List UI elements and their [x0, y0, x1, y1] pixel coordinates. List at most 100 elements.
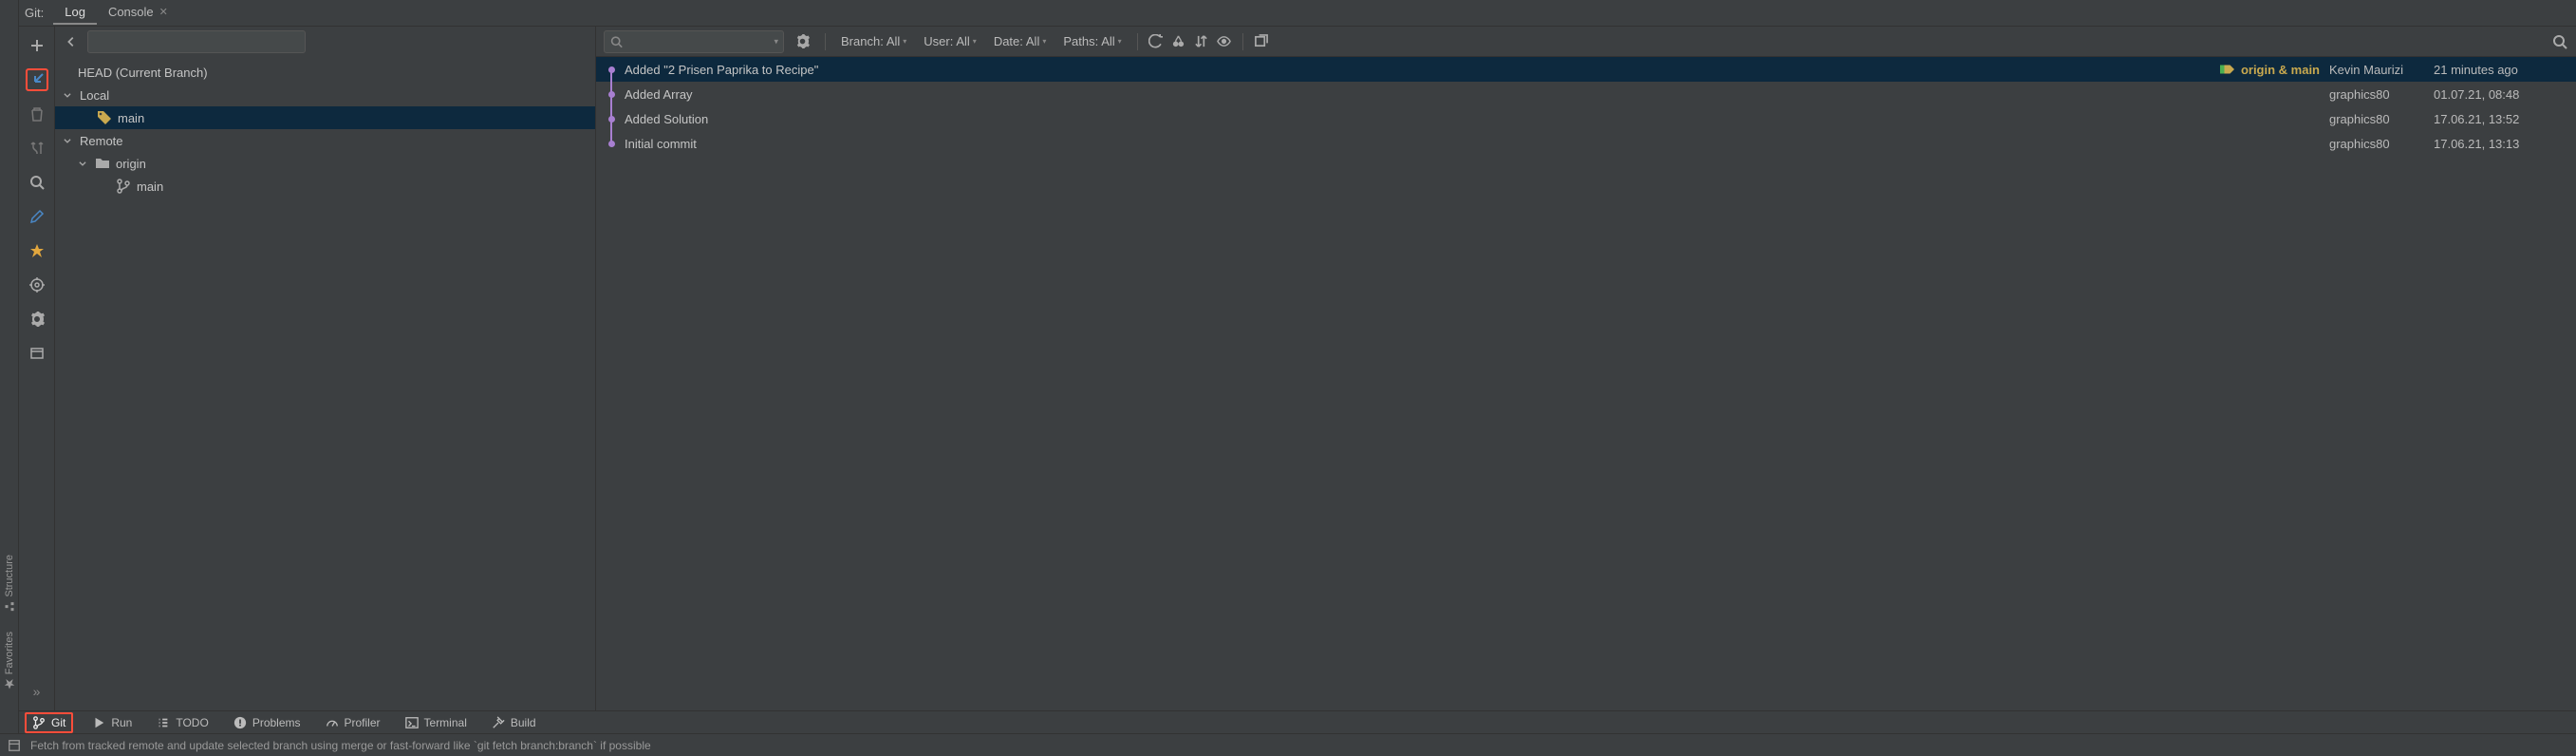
chevron-down-icon: ▾ — [1042, 37, 1046, 46]
tree-row-label: Remote — [80, 134, 123, 148]
structure-tool[interactable]: Structure — [4, 555, 15, 613]
tool-build[interactable]: Build — [486, 714, 542, 731]
status-bar: Fetch from tracked remote and update sel… — [0, 733, 2576, 756]
chevron-down-icon[interactable]: ▾ — [774, 36, 778, 47]
chevron-down-icon: ▾ — [903, 37, 906, 46]
commit-date: 17.06.21, 13:13 — [2434, 137, 2576, 151]
list-icon — [157, 716, 170, 729]
commit-message: Added "2 Prisen Paprika to Recipe" — [619, 63, 2220, 77]
user-filter[interactable]: User: All ▾ — [918, 30, 982, 53]
tool-todo[interactable]: TODO — [151, 714, 214, 731]
back-button[interactable] — [61, 31, 82, 52]
notifications-icon[interactable] — [8, 739, 21, 752]
branch-filter-label: Branch: — [841, 34, 884, 48]
cherry-pick-button[interactable] — [1170, 33, 1187, 50]
search-icon[interactable] — [26, 171, 48, 194]
tree-row-label: Local — [80, 88, 109, 103]
terminal-icon — [405, 716, 419, 729]
tool-profiler[interactable]: Profiler — [320, 714, 386, 731]
restore-icon[interactable] — [26, 342, 48, 365]
commit-date: 01.07.21, 08:48 — [2434, 87, 2576, 102]
tree-row[interactable]: main — [55, 106, 595, 129]
commit-row[interactable]: Added Arraygraphics8001.07.21, 08:48 — [596, 82, 2576, 106]
commit-author: graphics80 — [2329, 137, 2434, 151]
branches-search-bar — [55, 27, 595, 57]
tree-row[interactable]: Local — [55, 84, 595, 106]
graph-node — [604, 131, 619, 156]
warn-icon — [233, 716, 247, 729]
tool-label: Run — [111, 716, 132, 729]
commit-row[interactable]: Added "2 Prisen Paprika to Recipe"origin… — [596, 57, 2576, 82]
merge-icon[interactable] — [26, 137, 48, 160]
add-icon[interactable] — [26, 34, 48, 57]
tool-label: Build — [511, 716, 536, 729]
tool-problems[interactable]: Problems — [228, 714, 307, 731]
tree-row[interactable]: origin — [55, 152, 595, 175]
branch-icon — [32, 716, 46, 729]
branches-panel: HEAD (Current Branch) Local main Remote orig… — [55, 27, 596, 710]
paths-filter-value: All — [1101, 34, 1114, 48]
tree-row-label: main — [137, 180, 163, 194]
gauge-icon — [326, 716, 339, 729]
close-icon[interactable]: ✕ — [159, 6, 168, 18]
tree-row[interactable]: HEAD (Current Branch) — [55, 61, 595, 84]
user-filter-label: User: — [924, 34, 953, 48]
tree-row-label: HEAD (Current Branch) — [78, 66, 208, 80]
filter-settings-button[interactable] — [790, 30, 815, 53]
branches-search-input[interactable] — [87, 30, 306, 53]
star-icon[interactable] — [26, 239, 48, 262]
status-text: Fetch from tracked remote and update sel… — [30, 739, 651, 752]
tool-terminal[interactable]: Terminal — [400, 714, 473, 731]
commits-panel: ▾ Branch: All ▾ User: All ▾ Date: All ▾ — [596, 27, 2576, 710]
tool-label: TODO — [176, 716, 208, 729]
branches-tree: HEAD (Current Branch) Local main Remote orig… — [55, 57, 595, 710]
more-button[interactable]: » — [26, 680, 48, 703]
tag-icon — [2220, 64, 2237, 75]
commit-row[interactable]: Added Solutiongraphics8017.06.21, 13:52 — [596, 106, 2576, 131]
chevron-down-icon[interactable] — [78, 159, 91, 168]
date-filter[interactable]: Date: All ▾ — [988, 30, 1053, 53]
tab-label: Console — [108, 5, 154, 19]
eye-button[interactable] — [1216, 33, 1233, 50]
commit-author: Kevin Maurizi — [2329, 63, 2434, 77]
delete-icon[interactable] — [26, 103, 48, 125]
tag-icon — [97, 110, 112, 125]
target-icon[interactable] — [26, 274, 48, 296]
edit-icon[interactable] — [26, 205, 48, 228]
commit-row[interactable]: Initial commitgraphics8017.06.21, 13:13 — [596, 131, 2576, 156]
tool-label: Profiler — [345, 716, 381, 729]
git-actions-column: » — [19, 27, 55, 710]
left-rail: Structure Favorites — [0, 0, 19, 756]
structure-label: Structure — [4, 555, 15, 597]
find-button[interactable] — [2551, 33, 2568, 50]
branch-filter[interactable]: Branch: All ▾ — [835, 30, 912, 53]
favorites-label: Favorites — [4, 632, 15, 674]
settings-icon[interactable] — [26, 308, 48, 331]
graph-node — [604, 57, 619, 82]
chevron-down-icon[interactable] — [63, 136, 76, 145]
chevron-down-icon[interactable] — [63, 90, 76, 100]
commits-search: ▾ — [604, 30, 784, 53]
tab-console[interactable]: Console ✕ — [97, 1, 179, 25]
tool-run[interactable]: Run — [86, 714, 138, 731]
separator — [1242, 33, 1243, 50]
folder-icon — [95, 156, 110, 171]
tool-git[interactable]: Git — [25, 712, 73, 733]
commit-message: Added Solution — [619, 112, 2329, 126]
commit-date: 17.06.21, 13:52 — [2434, 112, 2576, 126]
main-area: » HEAD (Current Branch) Local main Remote or… — [19, 27, 2576, 710]
tool-label: Problems — [252, 716, 301, 729]
tab-log[interactable]: Log — [53, 1, 97, 25]
tree-row[interactable]: Remote — [55, 129, 595, 152]
commit-author: graphics80 — [2329, 112, 2434, 126]
open-new-tab-button[interactable] — [1253, 33, 1270, 50]
chevron-down-icon: ▾ — [973, 37, 977, 46]
sort-button[interactable] — [1193, 33, 1210, 50]
commits-search-input[interactable] — [604, 30, 784, 53]
update-icon[interactable] — [26, 68, 48, 91]
tree-row[interactable]: main — [55, 175, 595, 198]
commit-author: graphics80 — [2329, 87, 2434, 102]
paths-filter[interactable]: Paths: All ▾ — [1057, 30, 1127, 53]
favorites-tool[interactable]: Favorites — [4, 632, 15, 690]
refresh-button[interactable] — [1148, 33, 1165, 50]
